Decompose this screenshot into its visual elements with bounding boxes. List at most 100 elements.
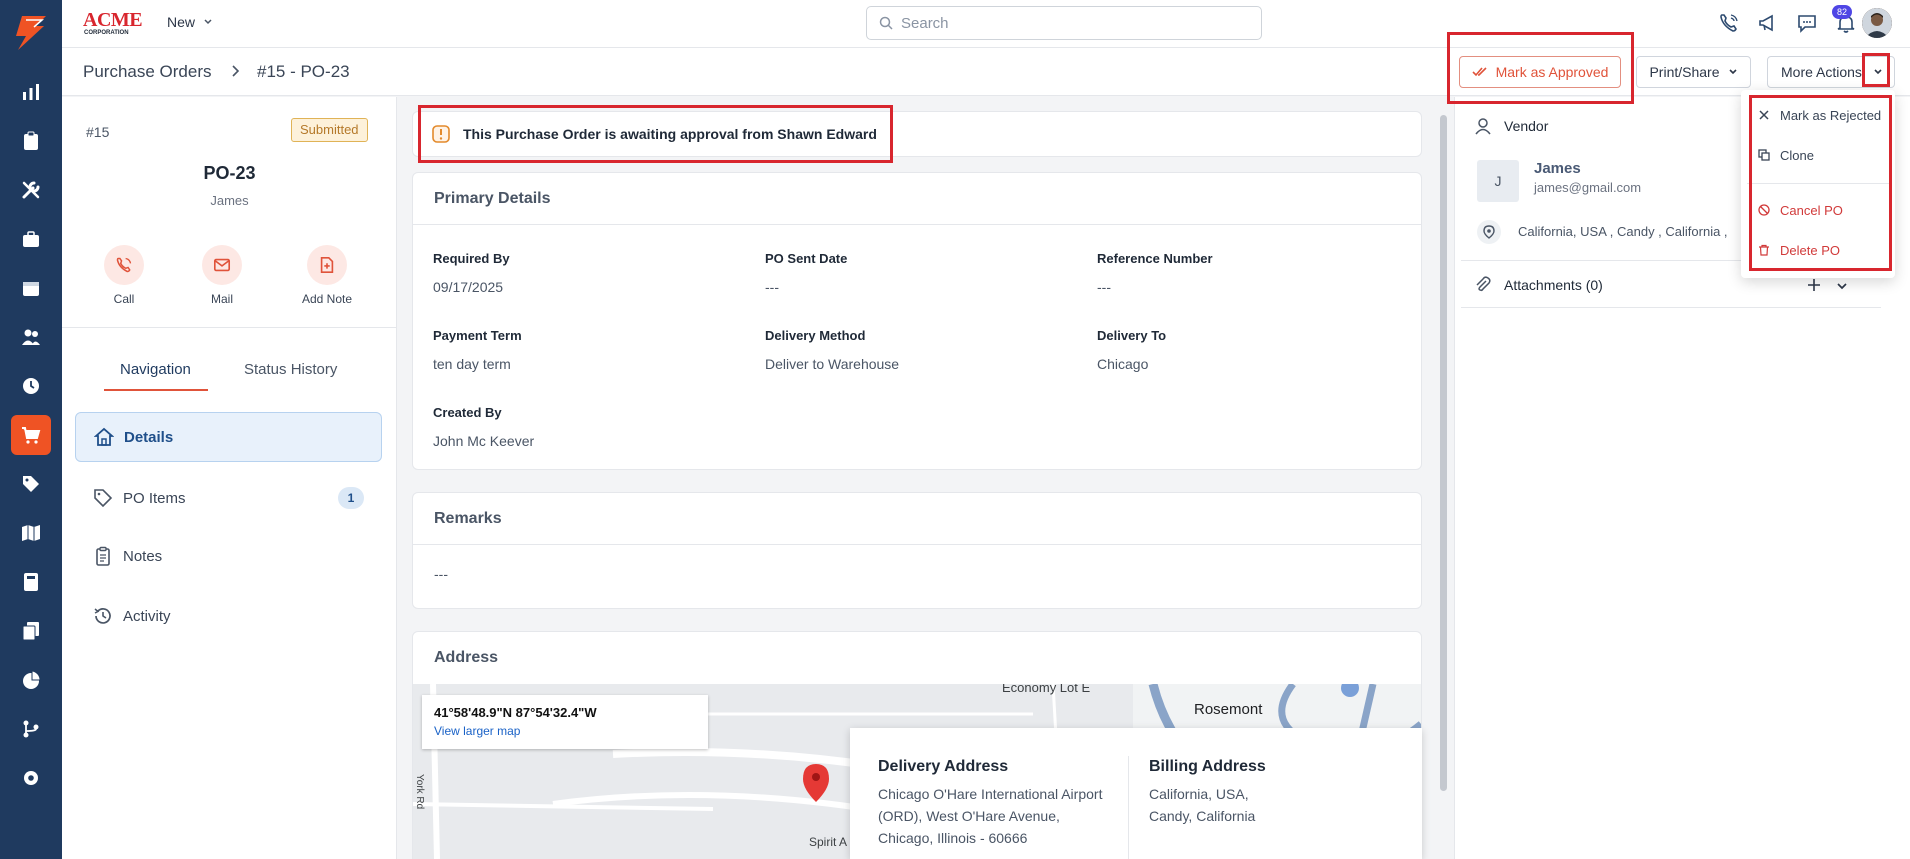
chevron-down-icon xyxy=(204,19,212,25)
search-input[interactable] xyxy=(901,14,1241,32)
nav-item-label: PO Items xyxy=(123,489,186,507)
clipboard-icon xyxy=(24,131,38,150)
new-menu-button[interactable]: New xyxy=(167,14,213,30)
breadcrumb-current: #15 - PO-23 xyxy=(257,62,350,81)
field-label: Created By xyxy=(433,405,502,420)
sidebar-item-timesheets[interactable] xyxy=(11,366,51,406)
map-icon xyxy=(22,525,40,541)
field-label: Delivery Method xyxy=(765,328,866,343)
trash-icon xyxy=(1759,244,1769,256)
primary-details-card: Primary Details Required By 09/17/2025 P… xyxy=(412,172,1422,470)
nav-item-details[interactable]: Details xyxy=(75,412,382,462)
brand-logo[interactable]: ACME CORPORATION xyxy=(82,8,148,36)
tab-navigation[interactable]: Navigation xyxy=(120,361,191,378)
nav-item-label: Notes xyxy=(123,547,163,565)
sidebar-item-invoices[interactable] xyxy=(11,562,51,602)
documents-icon xyxy=(22,622,39,641)
remarks-card: Remarks --- xyxy=(412,492,1422,609)
call-action[interactable]: Call xyxy=(84,245,164,306)
history-icon xyxy=(94,608,111,624)
nav-item-po-items[interactable]: PO Items 1 xyxy=(75,473,382,523)
wrench-icon xyxy=(22,181,40,199)
delivery-to-field: Delivery To Chicago xyxy=(1097,328,1166,372)
attachments-header[interactable]: Attachments (0) xyxy=(1474,276,1603,294)
chevron-down-icon[interactable] xyxy=(1835,279,1849,293)
field-value: Chicago xyxy=(1097,356,1149,372)
po-title: PO-23 xyxy=(203,163,256,183)
status-badge: Submitted xyxy=(291,118,368,142)
sidebar-item-settings[interactable] xyxy=(11,758,51,798)
divider xyxy=(1128,756,1129,859)
breadcrumb-purchase-orders[interactable]: Purchase Orders xyxy=(83,62,212,82)
sidebar-item-reports[interactable] xyxy=(11,660,51,700)
po-items-count-badge: 1 xyxy=(338,487,364,509)
menu-item-cancel-po[interactable]: Cancel PO xyxy=(1741,192,1895,228)
billing-address-title: Billing Address xyxy=(1149,758,1266,775)
delivery-address-line: Chicago, Illinois - 60666 xyxy=(878,830,1028,846)
menu-item-clone[interactable]: Clone xyxy=(1741,137,1895,173)
calculator-icon xyxy=(24,573,38,591)
view-larger-map-link[interactable]: View larger map xyxy=(434,724,708,738)
vendor-email[interactable]: james@gmail.com xyxy=(1534,180,1641,195)
sidebar-item-documents[interactable] xyxy=(11,611,51,651)
nav-item-notes[interactable]: Notes xyxy=(75,531,382,581)
menu-item-mark-as-rejected[interactable]: Mark as Rejected xyxy=(1741,97,1895,133)
sidebar-item-dashboard[interactable] xyxy=(11,72,51,112)
sidebar-item-calendar[interactable] xyxy=(11,268,51,308)
user-avatar[interactable] xyxy=(1862,8,1892,38)
print-share-button[interactable]: Print/Share xyxy=(1636,56,1751,88)
print-share-label: Print/Share xyxy=(1649,64,1720,80)
mail-action[interactable]: Mail xyxy=(182,245,262,306)
tag-icon xyxy=(23,476,39,492)
po-sent-date-field: PO Sent Date --- xyxy=(765,251,847,295)
divider xyxy=(62,327,397,328)
more-actions-dropdown-toggle[interactable] xyxy=(1866,58,1890,86)
payment-term-field: Payment Term ten day term xyxy=(433,328,522,372)
sidebar-item-purchasing[interactable] xyxy=(11,415,51,455)
new-menu-label: New xyxy=(167,14,196,30)
map-label-york-rd: York Rd xyxy=(414,774,425,810)
add-note-action[interactable]: Add Note xyxy=(287,245,367,306)
phone-calls-icon[interactable] xyxy=(1716,10,1742,36)
sidebar-item-maintenance[interactable] xyxy=(11,170,51,210)
address-details-card: Delivery Address Chicago O'Hare Internat… xyxy=(850,728,1422,859)
more-actions-label: More Actions xyxy=(1781,64,1862,80)
mark-as-approved-button[interactable]: Mark as Approved xyxy=(1459,56,1621,88)
menu-item-label: Mark as Rejected xyxy=(1780,107,1882,123)
vendor-name[interactable]: James xyxy=(1534,160,1581,177)
mail-icon xyxy=(202,245,242,285)
location-pin-icon xyxy=(1477,220,1501,244)
add-attachment-icon[interactable] xyxy=(1805,276,1823,294)
pie-chart-icon xyxy=(23,670,41,689)
delivery-address-line: Chicago O'Hare International Airport xyxy=(878,786,1103,802)
cart-icon xyxy=(22,427,41,444)
nav-item-activity[interactable]: Activity xyxy=(75,591,382,641)
delivery-address-title: Delivery Address xyxy=(878,758,1009,775)
chat-icon[interactable] xyxy=(1794,10,1820,36)
app-logo-icon[interactable] xyxy=(12,14,50,52)
paperclip-icon xyxy=(1476,276,1491,292)
sidebar-item-assets[interactable] xyxy=(11,219,51,259)
sidebar-item-locations[interactable] xyxy=(11,513,51,553)
vendor-header: Vendor xyxy=(1474,117,1548,135)
calendar-icon xyxy=(23,282,39,296)
field-value: Deliver to Warehouse xyxy=(765,356,900,372)
mark-as-approved-label: Mark as Approved xyxy=(1495,64,1609,80)
megaphone-icon[interactable] xyxy=(1755,10,1781,36)
remarks-value: --- xyxy=(434,566,448,582)
menu-separator xyxy=(1747,183,1889,184)
svg-text:ACME: ACME xyxy=(83,9,142,31)
phone-icon xyxy=(104,245,144,285)
sidebar-item-people[interactable] xyxy=(11,317,51,357)
sidebar-item-workflows[interactable] xyxy=(11,709,51,749)
delivery-address-text: Chicago O'Hare International Airport (OR… xyxy=(878,783,1102,849)
sidebar-item-inventory[interactable] xyxy=(11,464,51,504)
tab-status-history[interactable]: Status History xyxy=(244,361,337,378)
reference-number-field: Reference Number --- xyxy=(1097,251,1213,295)
menu-item-delete-po[interactable]: Delete PO xyxy=(1741,232,1895,268)
clone-icon xyxy=(1758,149,1770,161)
main-scrollbar[interactable] xyxy=(1440,115,1447,791)
sidebar-item-work-orders[interactable] xyxy=(11,121,51,161)
home-icon xyxy=(94,427,114,446)
vendor-avatar: J xyxy=(1477,160,1519,202)
